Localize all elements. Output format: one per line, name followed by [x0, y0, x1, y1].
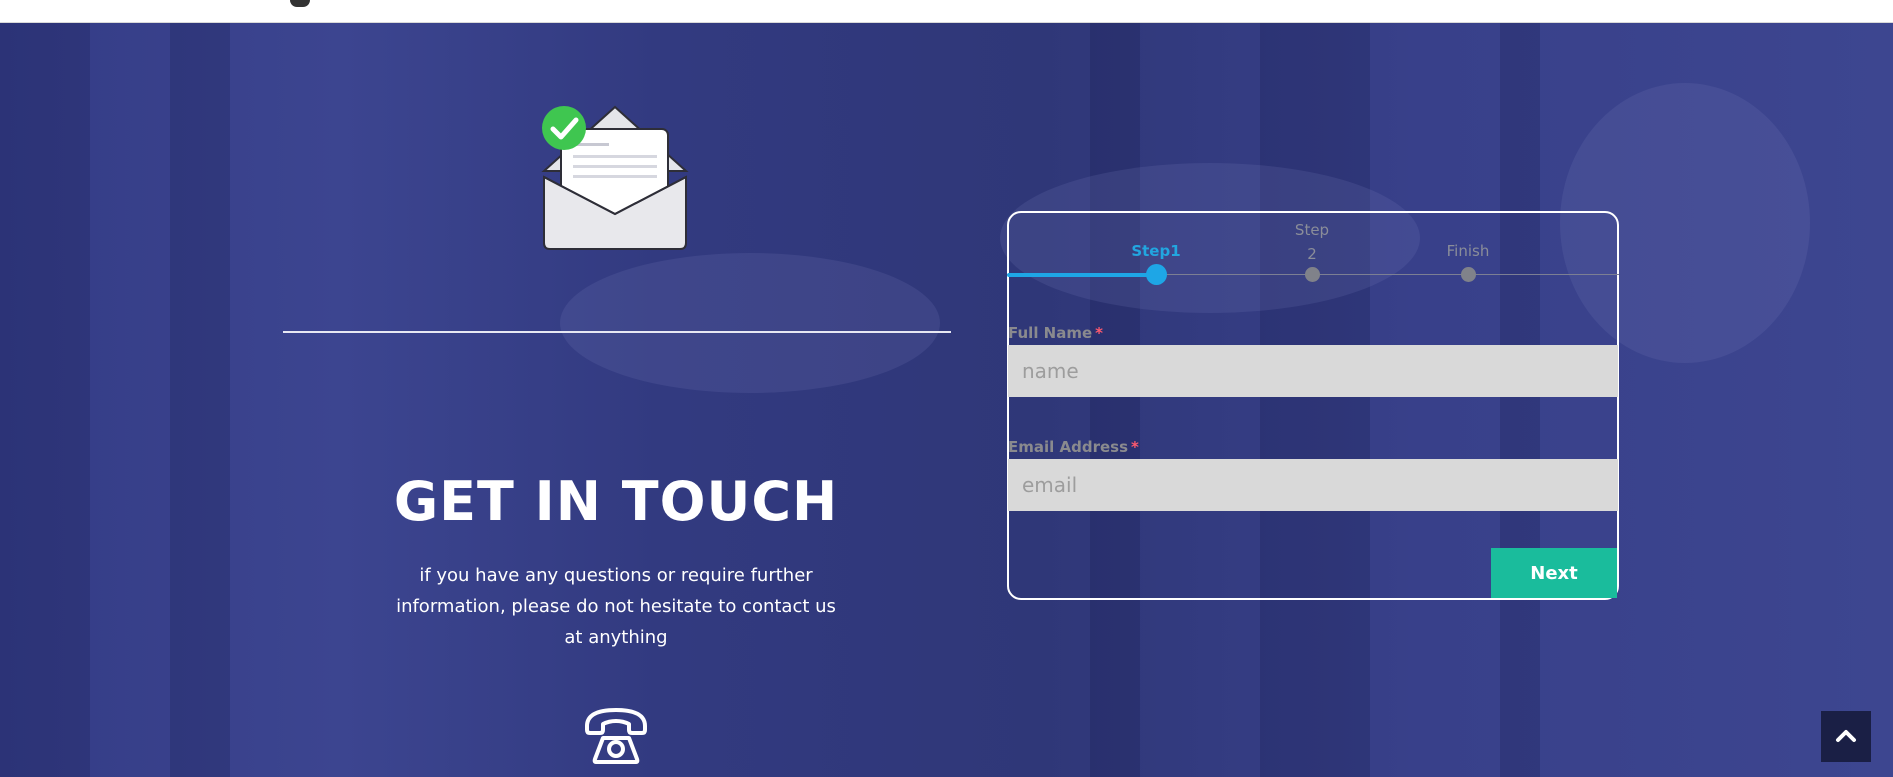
email-label-text: Email Address [1008, 438, 1129, 456]
full-name-label: Full Name * [1008, 324, 1103, 342]
email-input[interactable] [1008, 459, 1618, 511]
step-2-dot[interactable] [1305, 267, 1320, 282]
section-divider [283, 331, 951, 333]
step-progress-bar [1007, 273, 1157, 277]
page-title: GET IN TOUCH [393, 470, 839, 533]
next-button[interactable]: Next [1491, 548, 1617, 598]
logo[interactable] [290, 0, 310, 7]
contact-description: if you have any questions or require fur… [396, 565, 836, 648]
step-finish-dot[interactable] [1461, 267, 1476, 282]
envelope-check-icon [541, 105, 689, 250]
background-stripe [0, 23, 90, 777]
step-2-label[interactable]: Step 2 [1292, 218, 1332, 266]
step-1-dot[interactable] [1146, 264, 1167, 285]
scroll-to-top-button[interactable] [1821, 711, 1871, 762]
full-name-input[interactable] [1008, 345, 1618, 397]
full-name-label-text: Full Name [1008, 324, 1093, 342]
background-hand [560, 253, 940, 393]
required-marker: * [1131, 438, 1139, 456]
chevron-up-icon [1836, 730, 1856, 742]
telephone-icon[interactable] [583, 706, 649, 764]
required-marker: * [1095, 324, 1104, 342]
top-navbar [0, 0, 1893, 23]
background-stripe [170, 23, 230, 777]
step-1-label[interactable]: Step1 [1116, 242, 1196, 260]
email-label: Email Address * [1008, 438, 1139, 456]
step-finish-label[interactable]: Finish [1428, 242, 1508, 260]
